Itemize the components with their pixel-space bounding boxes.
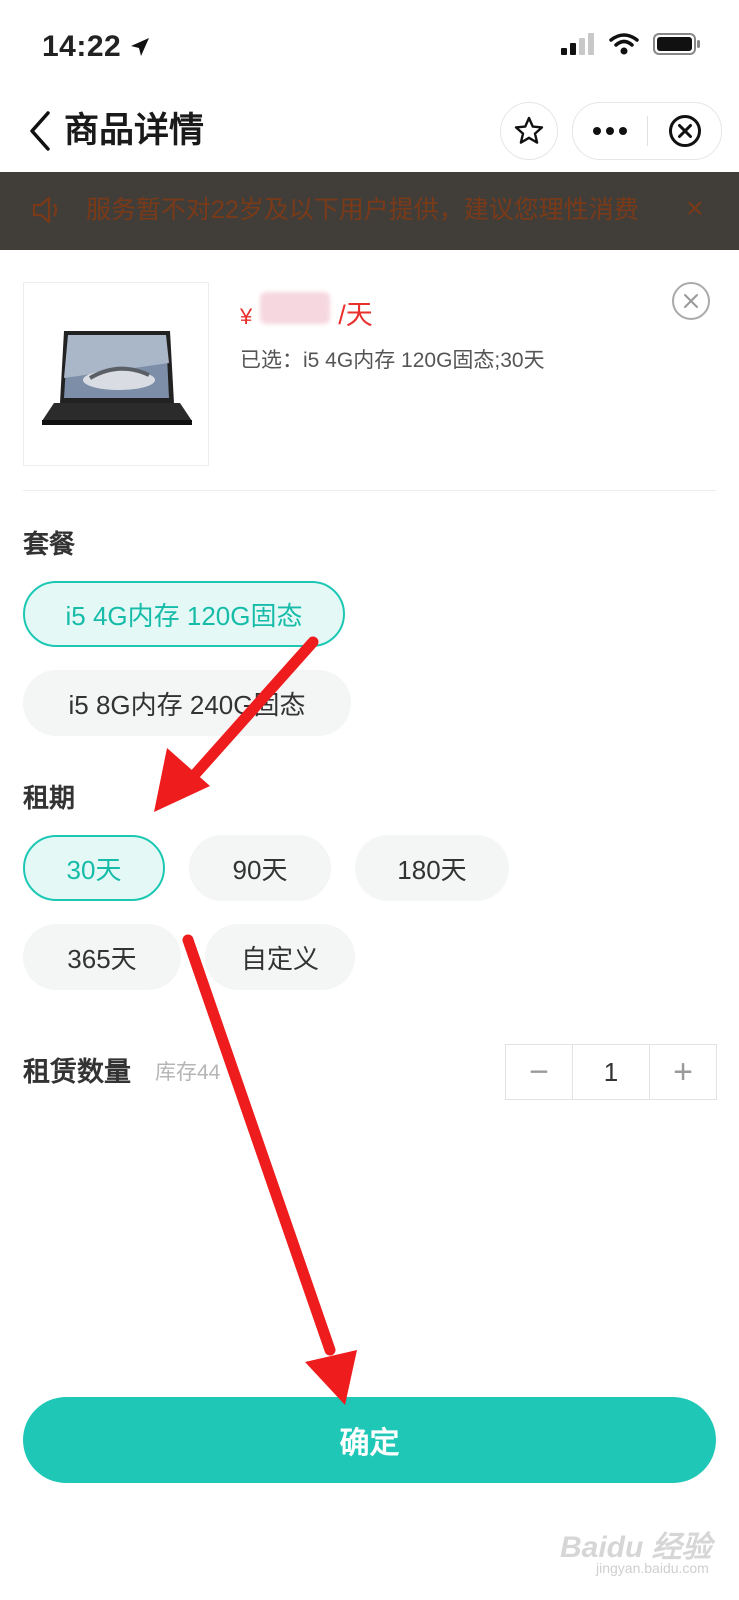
notice-banner: 服务暂不对22岁及以下用户提供，建议您理性消费 × xyxy=(0,172,739,250)
term-option-90[interactable]: 90天 xyxy=(189,835,331,901)
price-unit: /天 xyxy=(338,300,373,330)
notice-close-button[interactable]: × xyxy=(686,190,704,228)
battery-icon xyxy=(653,33,700,55)
divider xyxy=(23,490,716,491)
miniprogram-capsule xyxy=(572,102,722,160)
decrement-button[interactable]: − xyxy=(506,1045,572,1099)
speaker-icon xyxy=(30,192,66,233)
package-option-2[interactable]: i5 8G内存 240G固态 xyxy=(23,670,351,736)
baidu-watermark-url: jingyan.baidu.com xyxy=(596,1560,709,1576)
price-symbol: ¥ xyxy=(240,304,253,329)
notice-text: 服务暂不对22岁及以下用户提供，建议您理性消费 xyxy=(86,196,639,224)
package-option-1[interactable]: i5 4G内存 120G固态 xyxy=(23,581,345,647)
sheet-close-button[interactable] xyxy=(672,282,710,320)
price-value-redacted xyxy=(260,292,331,324)
status-icons xyxy=(561,32,701,56)
wifi-icon xyxy=(609,33,639,55)
term-label: 租期 xyxy=(23,783,76,813)
star-icon xyxy=(514,116,544,144)
signal-icon xyxy=(561,33,594,55)
product-image xyxy=(23,282,209,466)
status-bar: 14:22 xyxy=(0,0,739,92)
sku-selection-sheet: ¥ /天 已选：i5 4G内存 120G固态;30天 套餐 i5 4G内存 12… xyxy=(0,250,739,1600)
clock: 14:22 xyxy=(42,30,151,64)
quantity-label: 租赁数量 xyxy=(23,1057,131,1087)
term-option-365[interactable]: 365天 xyxy=(23,924,181,990)
package-label: 套餐 xyxy=(23,529,76,559)
increment-button[interactable]: + xyxy=(650,1045,716,1099)
term-option-180[interactable]: 180天 xyxy=(355,835,509,901)
nav-bar: 商品详情 xyxy=(0,92,739,172)
back-button[interactable] xyxy=(26,106,66,156)
selected-spec-text: 已选：i5 4G内存 120G固态;30天 xyxy=(240,349,545,372)
quantity-stepper: − 1 + xyxy=(505,1044,717,1100)
stock-text: 库存44 xyxy=(155,1061,221,1084)
more-button[interactable] xyxy=(573,103,647,159)
close-miniprogram-button[interactable] xyxy=(648,103,721,159)
price-row: ¥ /天 xyxy=(240,292,373,332)
back-chevron-icon xyxy=(30,111,50,151)
close-circle-icon xyxy=(668,115,701,147)
close-icon xyxy=(684,294,698,308)
page-title: 商品详情 xyxy=(64,111,205,150)
favorite-button[interactable] xyxy=(500,102,558,160)
confirm-button[interactable]: 确定 xyxy=(23,1397,716,1483)
term-option-custom[interactable]: 自定义 xyxy=(205,924,355,990)
term-option-30[interactable]: 30天 xyxy=(23,835,165,901)
quantity-value[interactable]: 1 xyxy=(572,1045,650,1099)
laptop-image xyxy=(42,331,192,425)
more-icon xyxy=(593,127,627,135)
location-arrow-icon xyxy=(131,38,150,56)
time-text: 14:22 xyxy=(42,30,122,63)
